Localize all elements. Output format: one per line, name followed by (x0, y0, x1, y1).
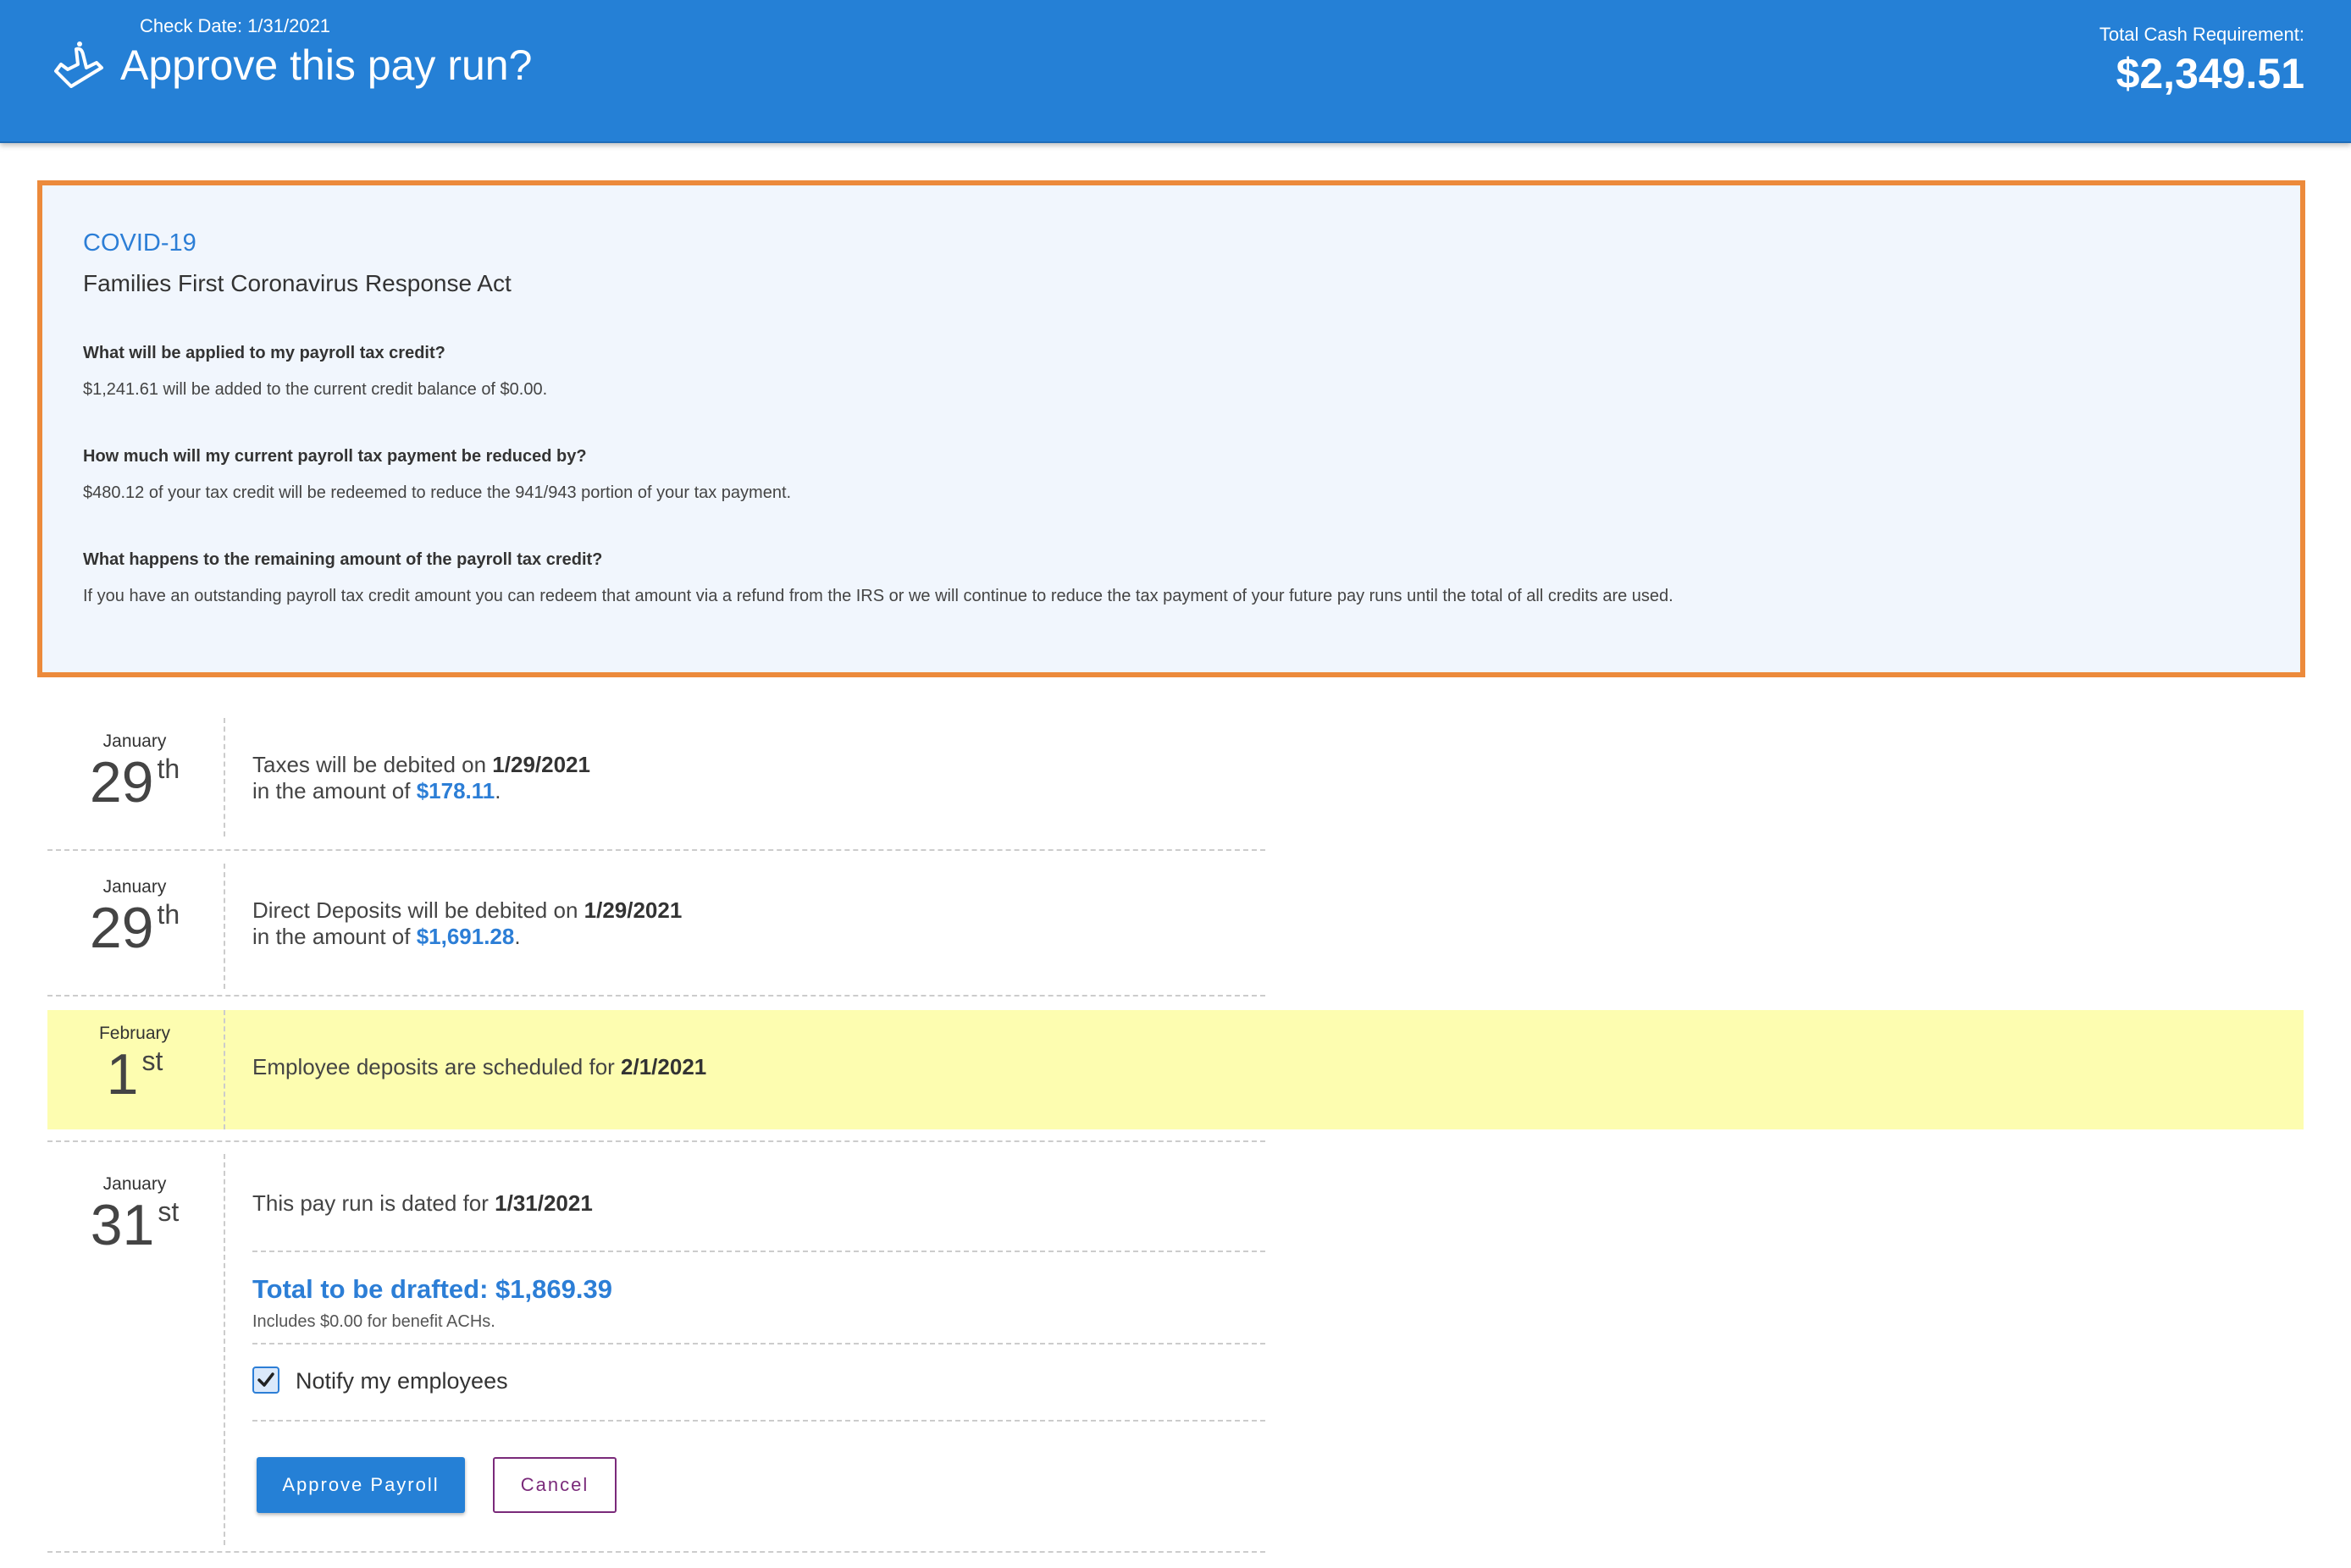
desc-punct: . (495, 778, 501, 803)
timeline-description: Direct Deposits will be debited on 1/29/… (252, 897, 682, 950)
approve-hand-icon (54, 41, 103, 88)
date-day: 31 (90, 1193, 155, 1257)
date-block: January 29th (47, 732, 222, 813)
date-block: January 31st (47, 1174, 222, 1256)
timeline-description: Taxes will be debited on 1/29/2021 in th… (252, 752, 590, 804)
date-block: January 29th (47, 877, 222, 958)
approve-payroll-button[interactable]: Approve Payroll (257, 1457, 465, 1513)
page-header: Check Date: 1/31/2021 Approve this pay r… (0, 0, 2351, 143)
date-month: February (98, 1024, 171, 1043)
desc-text: in the amount of (252, 924, 417, 949)
faq-question: What happens to the remaining amount of … (83, 550, 603, 569)
faq-question: What will be applied to my payroll tax c… (83, 344, 445, 362)
desc-text: This pay run is dated for (252, 1190, 495, 1216)
row-separator (47, 995, 1265, 997)
timeline-description: Employee deposits are scheduled for 2/1/… (252, 1054, 706, 1080)
desc-text: Employee deposits are scheduled for (252, 1054, 622, 1079)
desc-date: 1/29/2021 (584, 897, 683, 923)
row-separator (47, 1551, 1265, 1553)
date-day: 29 (89, 896, 154, 960)
benefit-ach-note: Includes $0.00 for benefit ACHs. (252, 1312, 495, 1331)
check-date: Check Date: 1/31/2021 (140, 15, 331, 36)
row-separator (47, 1140, 1265, 1142)
desc-date: 1/31/2021 (495, 1190, 593, 1216)
date-month: January (102, 1174, 167, 1194)
section-separator (252, 1251, 1265, 1252)
desc-text: Taxes will be debited on (252, 752, 493, 777)
timeline-divider (224, 864, 225, 989)
section-separator (252, 1343, 1265, 1344)
page-title: Approve this pay run? (120, 41, 533, 89)
notify-employees-label[interactable]: Notify my employees (296, 1368, 508, 1394)
faq-answer: If you have an outstanding payroll tax c… (83, 587, 1673, 605)
desc-date: 2/1/2021 (621, 1054, 707, 1079)
desc-text: Direct Deposits will be debited on (252, 897, 584, 923)
amount-value: $1,691.28 (416, 924, 515, 949)
cash-requirement-value: $2,349.51 (2116, 50, 2304, 97)
faq-answer: $480.12 of your tax credit will be redee… (83, 483, 792, 502)
notify-employees-checkbox[interactable] (252, 1366, 279, 1394)
date-block: February 1st (47, 1024, 222, 1105)
desc-date: 1/29/2021 (492, 752, 590, 777)
covid-title: COVID-19 (83, 229, 196, 257)
cash-requirement-label: Total Cash Requirement: (2099, 24, 2304, 45)
section-separator (252, 1420, 1265, 1422)
timeline-description: This pay run is dated for 1/31/2021 (252, 1190, 593, 1217)
desc-text: in the amount of (252, 778, 417, 803)
timeline-divider (224, 718, 225, 836)
date-suffix: th (157, 899, 180, 930)
checkmark-icon (257, 1372, 274, 1387)
faq-question: How much will my current payroll tax pay… (83, 447, 587, 466)
date-month: January (102, 877, 167, 897)
desc-punct: . (514, 924, 521, 949)
date-day: 29 (89, 750, 154, 814)
amount-value: $178.11 (416, 778, 495, 803)
covid-info-panel: COVID-19 Families First Coronavirus Resp… (37, 180, 2305, 677)
date-suffix: st (141, 1046, 163, 1076)
timeline-divider (224, 1154, 225, 1545)
cancel-button[interactable]: Cancel (493, 1457, 617, 1513)
date-suffix: th (157, 754, 180, 784)
faq-answer: $1,241.61 will be added to the current c… (83, 380, 548, 399)
total-drafted: Total to be drafted: $1,869.39 (252, 1274, 612, 1304)
timeline-divider (224, 1010, 225, 1129)
date-suffix: st (158, 1196, 180, 1227)
row-separator (47, 849, 1265, 851)
date-month: January (102, 732, 167, 751)
covid-subtitle: Families First Coronavirus Response Act (83, 270, 512, 296)
date-day: 1 (106, 1042, 139, 1107)
